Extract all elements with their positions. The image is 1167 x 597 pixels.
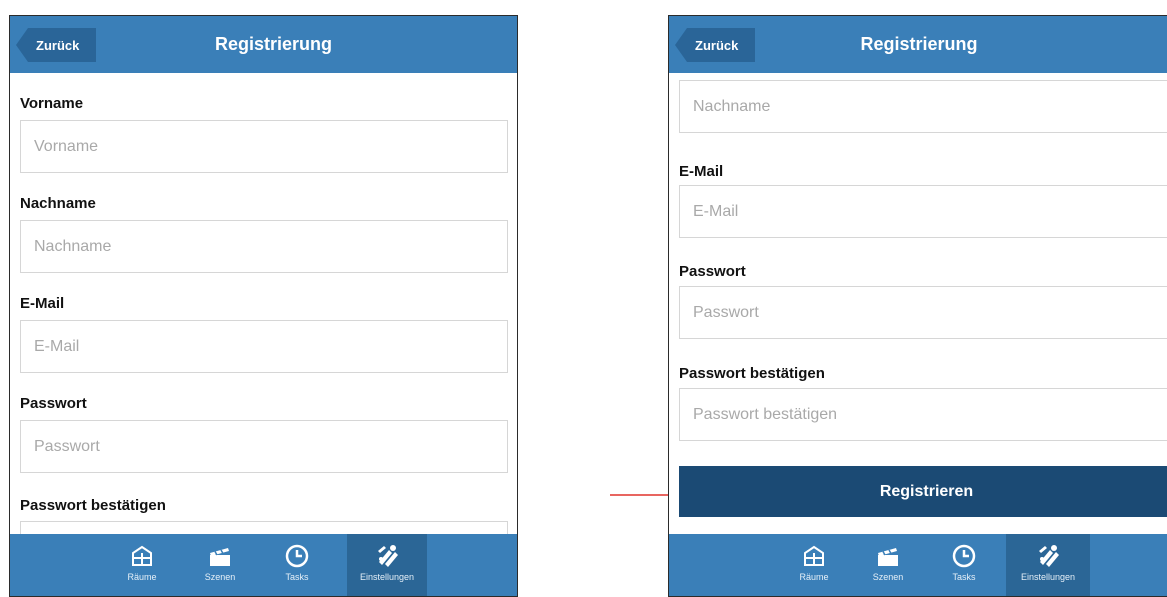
tab-label: Einstellungen [1020, 572, 1076, 582]
tab-tasks[interactable]: Tasks [260, 534, 334, 596]
tab-label: Räume [127, 572, 157, 582]
email-field[interactable] [679, 185, 1167, 238]
password-field[interactable] [679, 286, 1167, 339]
tab-label: Tasks [952, 572, 976, 582]
phone-screen-left: Zurück Registrierung Vorname Nachname E-… [9, 15, 518, 597]
page-title: Registrierung [214, 34, 333, 54]
confirm-password-label: Passwort bestätigen [679, 365, 825, 382]
password-field[interactable] [20, 420, 508, 473]
nav-header: Zurück Registrierung [669, 16, 1167, 73]
password-label: Passwort [20, 395, 87, 412]
confirm-password-field[interactable] [20, 521, 508, 534]
tab-bar: Räume Szenen Tasks Einstellungen [669, 534, 1167, 596]
tab-settings[interactable]: Einstellungen [1006, 534, 1090, 596]
lastname-field[interactable] [20, 220, 508, 273]
scenes-icon [206, 542, 234, 570]
tab-label: Tasks [285, 572, 309, 582]
email-label: E-Mail [679, 163, 724, 180]
tab-label: Szenen [204, 572, 236, 582]
lastname-label: Nachname [20, 195, 96, 212]
firstname-field[interactable] [20, 120, 508, 173]
settings-icon [1034, 542, 1062, 570]
tab-bar: Räume Szenen Tasks Einstellungen [10, 534, 517, 596]
rooms-icon [800, 542, 828, 570]
tab-rooms[interactable]: Räume [105, 534, 179, 596]
page-title: Registrierung [860, 34, 978, 54]
nav-header: Zurück Registrierung [10, 16, 517, 73]
confirm-password-label: Passwort bestätigen [20, 497, 166, 514]
email-label: E-Mail [20, 295, 65, 312]
register-button[interactable]: Registrieren [679, 466, 1167, 517]
lastname-field[interactable] [679, 80, 1167, 133]
settings-icon [373, 542, 401, 570]
registration-form: E-Mail Passwort Passwort bestätigen Regi… [669, 73, 1167, 534]
password-label: Passwort [679, 263, 746, 280]
clock-icon [950, 542, 978, 570]
phone-screen-right: Zurück Registrierung E-Mail Passwort Pas… [668, 15, 1167, 597]
email-field[interactable] [20, 320, 508, 373]
tab-rooms[interactable]: Räume [777, 534, 851, 596]
scenes-icon [874, 542, 902, 570]
tab-label: Szenen [872, 572, 904, 582]
tab-label: Räume [799, 572, 829, 582]
rooms-icon [128, 542, 156, 570]
firstname-label: Vorname [20, 95, 84, 112]
tab-tasks[interactable]: Tasks [927, 534, 1001, 596]
tab-scenes[interactable]: Szenen [183, 534, 257, 596]
tab-label: Einstellungen [359, 572, 415, 582]
confirm-password-field[interactable] [679, 388, 1167, 441]
tab-scenes[interactable]: Szenen [851, 534, 925, 596]
registration-form: Vorname Nachname E-Mail Passwort Passwor… [10, 73, 517, 534]
tab-settings[interactable]: Einstellungen [347, 534, 427, 596]
clock-icon [283, 542, 311, 570]
